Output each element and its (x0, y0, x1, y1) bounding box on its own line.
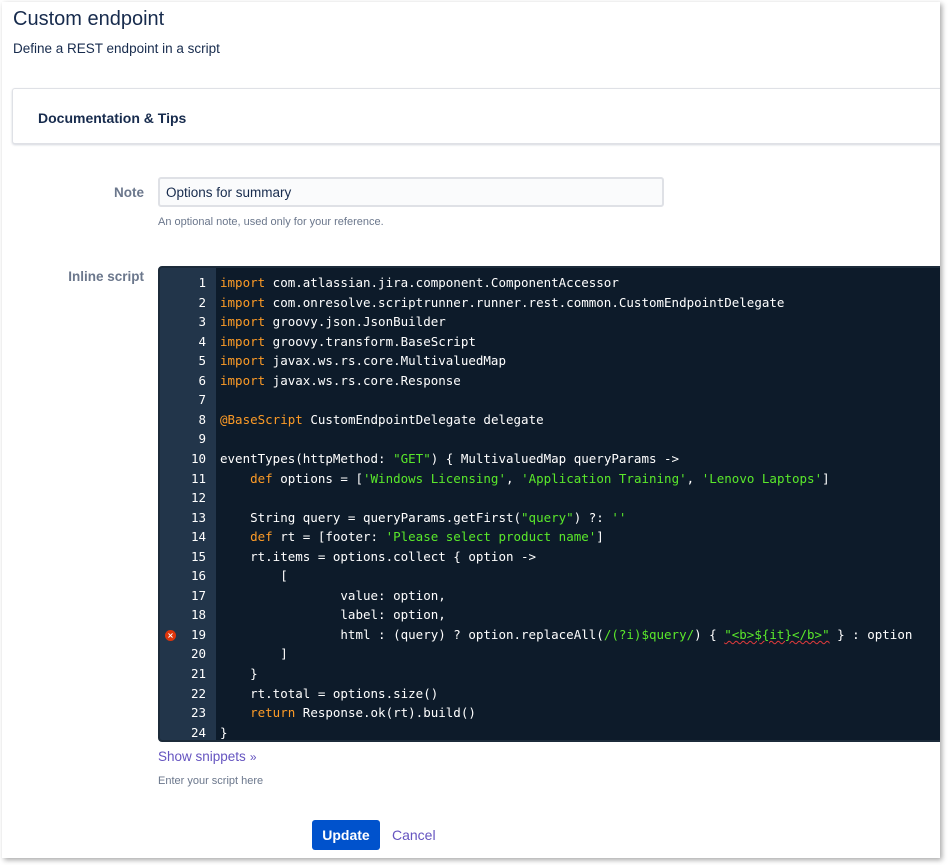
line-number: 15 (190, 548, 206, 564)
code-line[interactable]: import javax.ws.rs.core.Response (220, 373, 461, 388)
code-line[interactable]: html : (query) ? option.replaceAll(/(?i)… (220, 627, 912, 642)
inline-script-label: Inline script (68, 269, 144, 284)
code-line[interactable]: [ (220, 568, 288, 583)
line-number: 16 (190, 568, 206, 584)
line-number: 10 (190, 450, 206, 466)
script-help-text: Enter your script here (158, 775, 264, 787)
code-line[interactable]: def rt = [footer: 'Please select product… (220, 529, 604, 544)
update-button[interactable]: Update (312, 820, 380, 850)
line-number: 7 (198, 392, 206, 408)
line-number: 21 (190, 666, 206, 681)
note-input[interactable] (158, 177, 664, 207)
code-line[interactable]: @BaseScript CustomEndpointDelegate deleg… (220, 412, 544, 427)
cancel-link[interactable]: Cancel (392, 827, 436, 843)
line-number: 8 (198, 411, 206, 427)
line-number: 1 (198, 275, 206, 290)
line-number: 14 (190, 529, 206, 545)
line-number: 3 (198, 314, 206, 330)
line-number: 13 (190, 509, 206, 525)
error-circle-icon[interactable]: × (165, 629, 176, 641)
line-number: 20 (190, 646, 206, 662)
code-line[interactable]: import com.onresolve.scriptrunner.runner… (220, 295, 784, 310)
documentation-panel-title[interactable]: Documentation & Tips (38, 110, 186, 126)
show-snippets-label: Show snippets (158, 749, 246, 764)
documentation-panel[interactable]: Documentation & Tips (12, 88, 940, 144)
line-number: 24 (190, 724, 206, 740)
code-line[interactable]: import javax.ws.rs.core.MultivaluedMap (220, 353, 506, 368)
line-number: 6 (198, 372, 206, 388)
line-number: 23 (190, 705, 206, 721)
code-line[interactable]: rt.items = options.collect { option -> (220, 549, 536, 564)
double-chevron-down-icon: » (249, 750, 257, 764)
line-number-gutter: 1 2 3 4 5 6 7 8 9 10 11 12 13 14 15 16 17 18 19 × 20 21 22 23 24 (160, 268, 216, 740)
code-line[interactable]: eventTypes(httpMethod: "GET") { Multival… (220, 451, 679, 466)
code-line[interactable]: return Response.ok(rt).build() (220, 705, 476, 720)
note-help-text: An optional note, used only for your ref… (158, 216, 384, 228)
line-number: 19 (190, 626, 206, 642)
code-line[interactable]: import groovy.json.JsonBuilder (220, 314, 446, 329)
code-line[interactable]: label: option, (220, 607, 445, 622)
show-snippets-link[interactable]: Show snippets» (158, 749, 257, 764)
line-number: 5 (198, 353, 206, 369)
page-title: Custom endpoint (13, 8, 165, 30)
script-editor[interactable]: 1 2 3 4 5 6 7 8 9 10 11 12 13 14 15 16 17 18 19 × 20 21 22 23 24… (158, 266, 940, 742)
line-number: 17 (190, 587, 206, 603)
code-line[interactable]: import com.atlassian.jira.component.Comp… (220, 275, 619, 290)
code-line[interactable]: } (220, 725, 228, 740)
code-line[interactable]: value: option, (220, 588, 445, 603)
line-number: 12 (190, 490, 206, 506)
code-line[interactable]: String query = queryParams.getFirst("que… (220, 510, 626, 525)
line-number: 2 (198, 294, 206, 310)
page-subtitle: Define a REST endpoint in a script (13, 41, 220, 56)
code-line[interactable]: import groovy.transform.BaseScript (220, 334, 476, 349)
line-number: 11 (190, 470, 206, 486)
code-line[interactable]: ] (220, 646, 288, 661)
code-line[interactable]: } (220, 666, 258, 681)
code-line[interactable]: rt.total = options.size() (220, 686, 438, 701)
code-line[interactable]: def options = ['Windows Licensing', 'App… (220, 471, 830, 486)
line-number: 22 (190, 685, 206, 701)
note-label: Note (114, 185, 144, 200)
line-number: 4 (198, 333, 206, 349)
line-number: 9 (198, 431, 206, 447)
line-number: 18 (190, 607, 206, 623)
custom-endpoint-page: Custom endpoint Define a REST endpoint i… (2, 2, 940, 858)
